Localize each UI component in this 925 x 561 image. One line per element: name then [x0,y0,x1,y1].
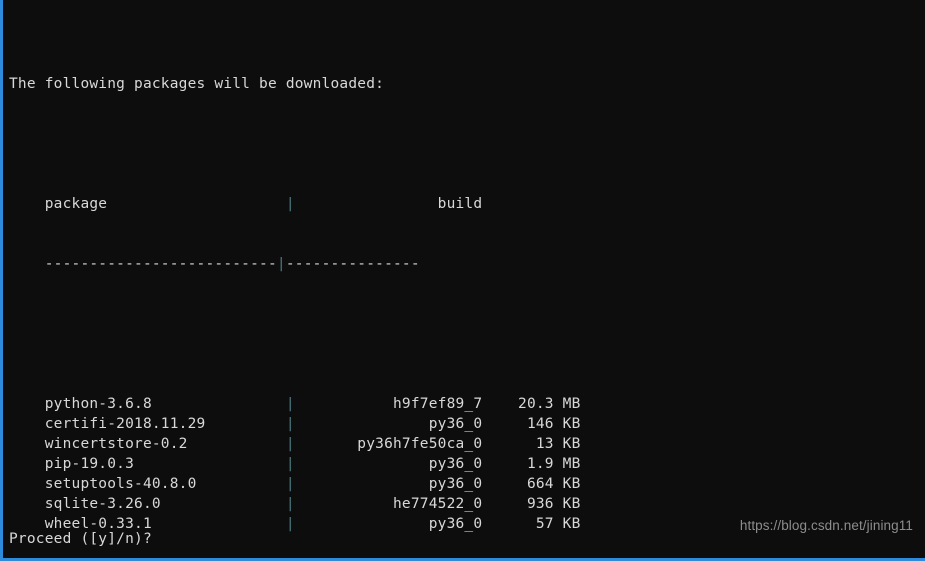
download-heading: The following packages will be downloade… [9,76,385,92]
package-row: wincertstore-0.2 | py36h7fe50ca_0 13 KB [9,434,581,454]
package-row: pip-19.0.3 | py36_0 1.9 MB [9,454,581,474]
package-name: sqlite-3.26.0 [9,496,286,512]
package-name: pip-19.0.3 [9,456,286,472]
package-table-body: python-3.6.8 | h9f7ef89_7 20.3 MB certif… [9,394,581,534]
column-separator-pipe: | [285,196,295,212]
column-separator-pipe: | [285,436,295,452]
header-rule-right: --------------- [285,256,420,272]
package-name: python-3.6.8 [9,396,286,412]
column-separator-pipe: | [285,456,295,472]
package-build: py36_0 [294,416,483,432]
package-name: setuptools-40.8.0 [9,476,286,492]
package-size: 13 KB [482,436,581,452]
column-separator-pipe: | [285,516,295,532]
package-name: certifi-2018.11.29 [9,416,286,432]
package-row: python-3.6.8 | h9f7ef89_7 20.3 MB [9,394,581,414]
package-size: 20.3 MB [482,396,581,412]
package-build: py36_0 [294,516,483,532]
column-separator-pipe: | [285,396,295,412]
column-header-build: build [294,196,483,212]
column-header-package: package [9,196,286,212]
package-size: 146 KB [482,416,581,432]
package-build: h9f7ef89_7 [294,396,483,412]
console-output: The following packages will be downloade… [9,14,581,558]
package-row: setuptools-40.8.0 | py36_0 664 KB [9,474,581,494]
package-size: 57 KB [482,516,581,532]
column-separator-pipe: | [276,256,286,272]
package-build: py36h7fe50ca_0 [294,436,483,452]
package-size: 664 KB [482,476,581,492]
table-header-rule: --------------------------|-------------… [9,254,581,274]
column-separator-pipe: | [285,496,295,512]
package-name: wincertstore-0.2 [9,436,286,452]
package-size: 936 KB [482,496,581,512]
column-separator-pipe: | [285,416,295,432]
header-rule-left: -------------------------- [9,256,277,272]
proceed-prompt[interactable]: Proceed ([y]/n)? [9,529,152,549]
package-row: certifi-2018.11.29 | py36_0 146 KB [9,414,581,434]
package-build: py36_0 [294,476,483,492]
watermark-url: https://blog.csdn.net/jining11 [739,518,913,533]
package-build: he774522_0 [294,496,483,512]
package-row: sqlite-3.26.0 | he774522_0 936 KB [9,494,581,514]
column-separator-pipe: | [285,476,295,492]
package-build: py36_0 [294,456,483,472]
table-header-row: package | build [9,194,581,214]
package-size: 1.9 MB [482,456,581,472]
terminal-window: The following packages will be downloade… [0,0,925,561]
